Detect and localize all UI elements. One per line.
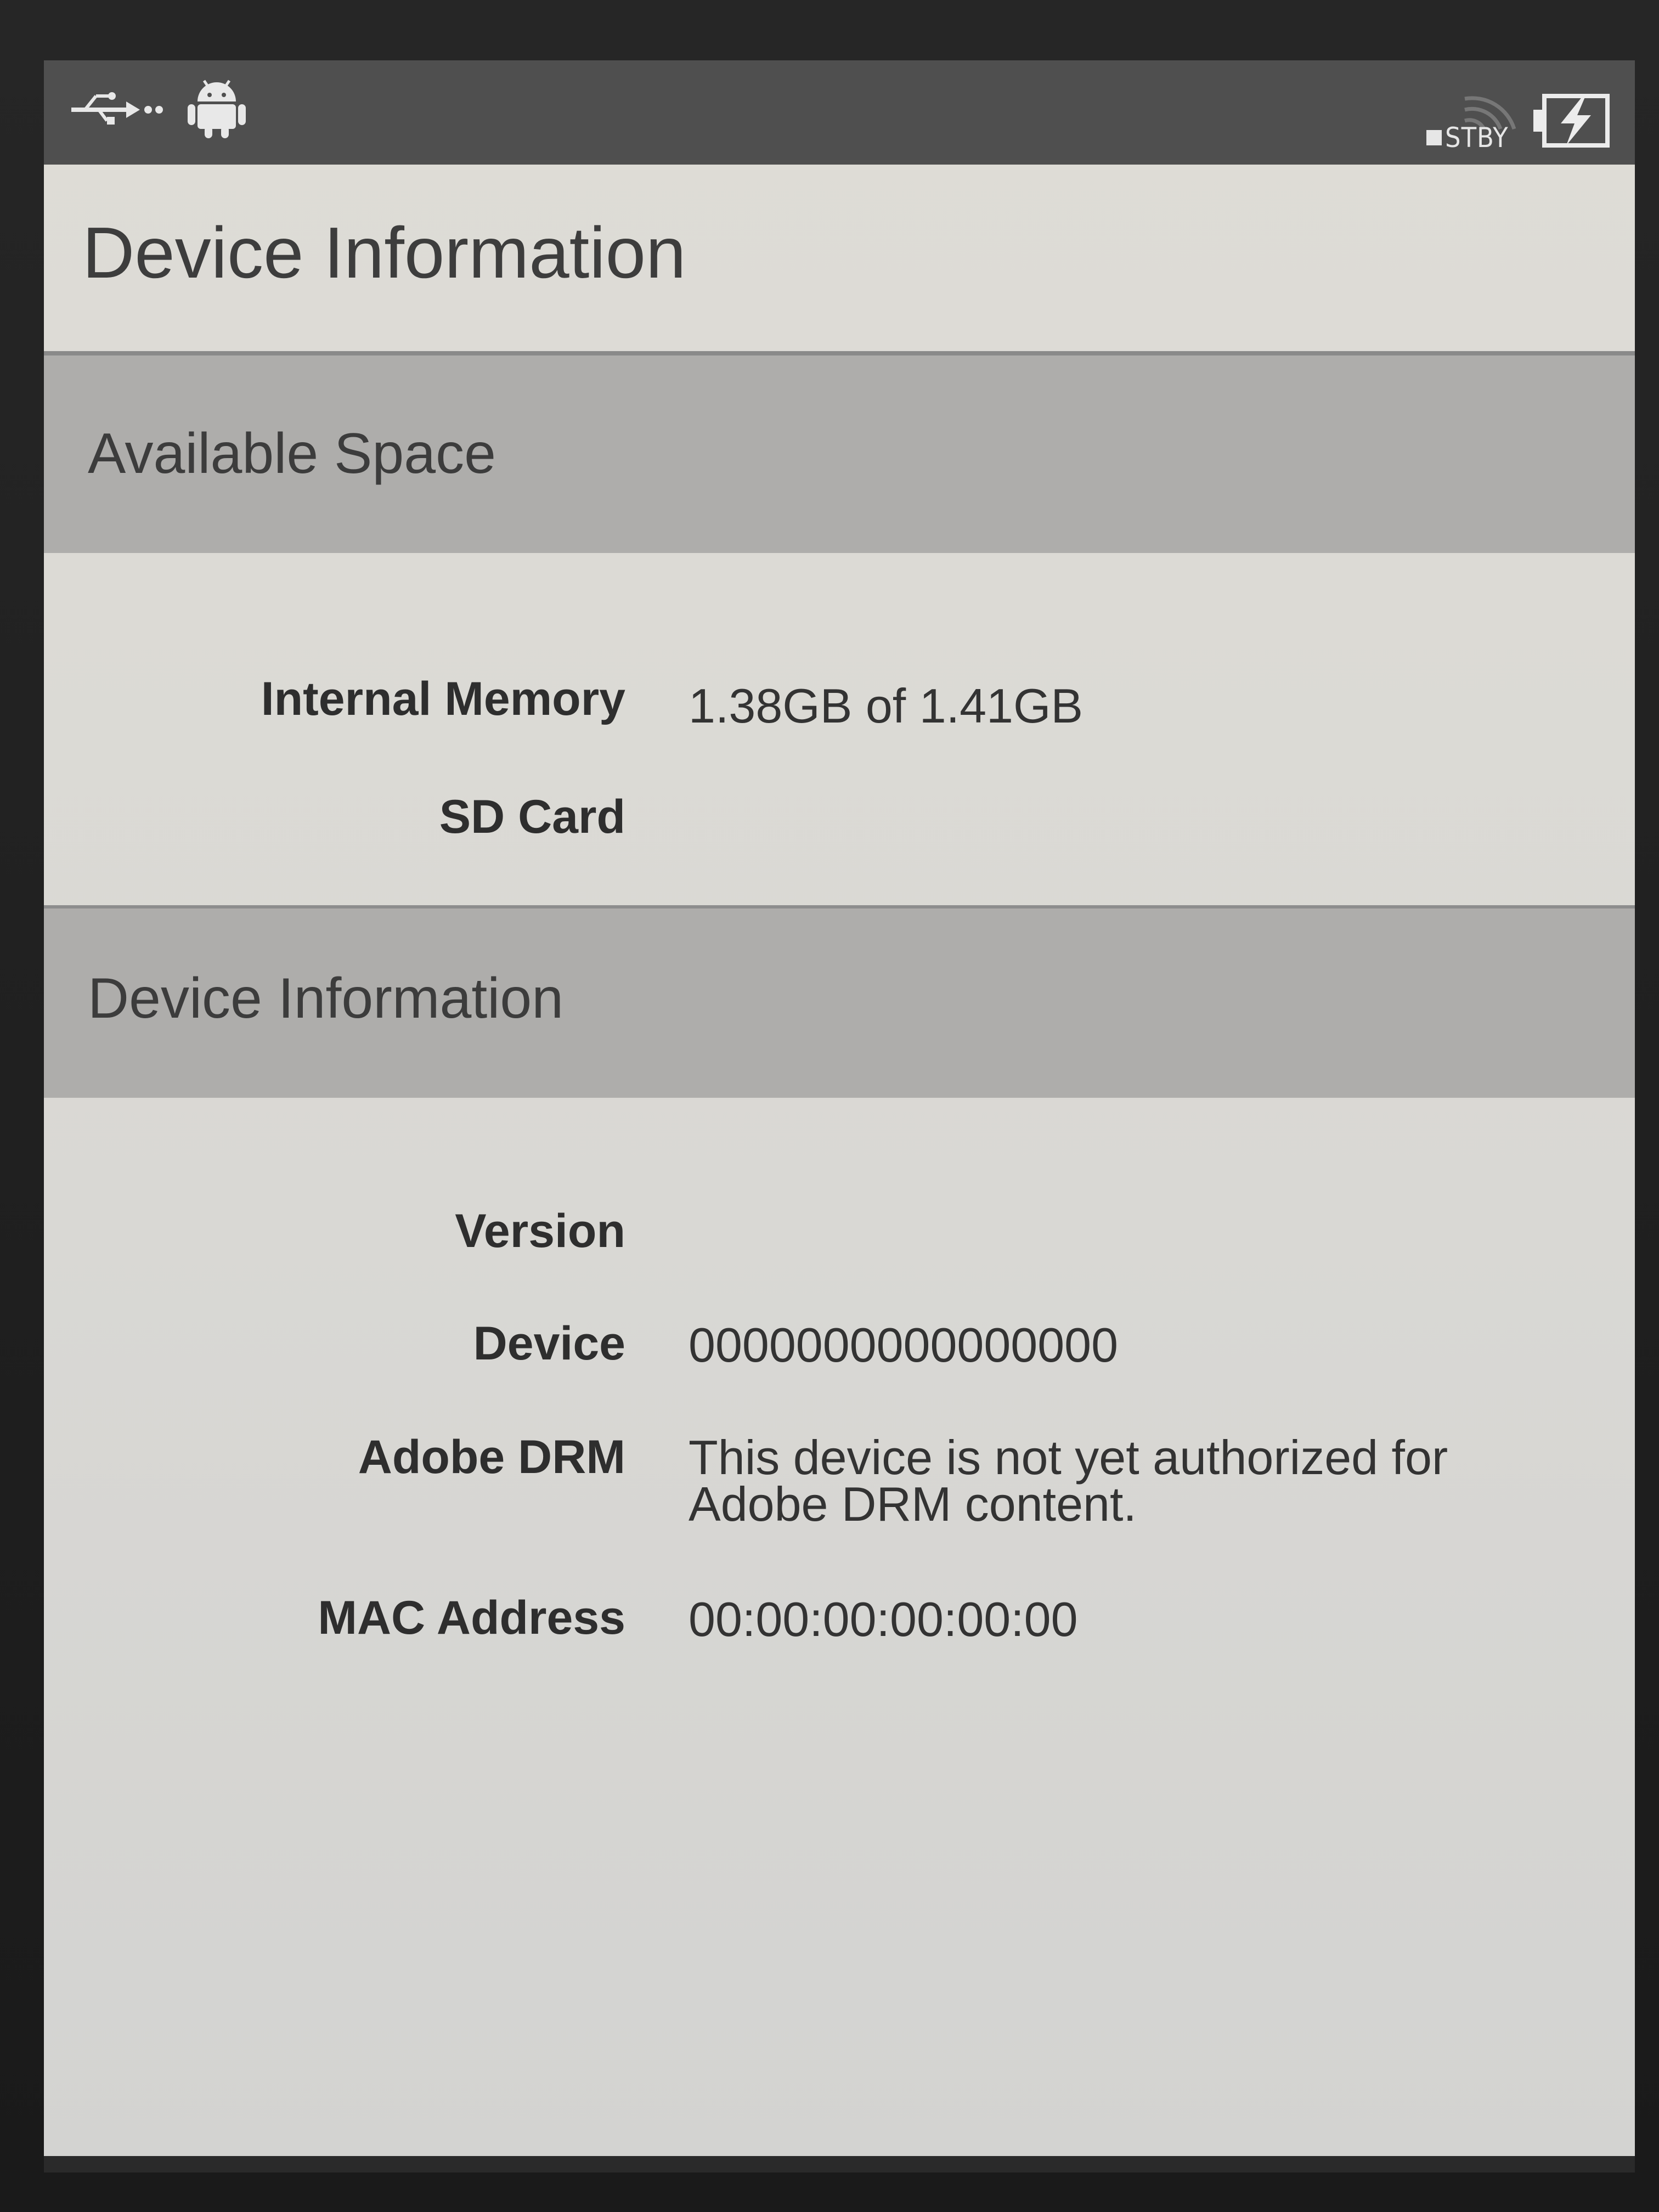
battery-charging-icon xyxy=(1531,88,1613,154)
device-label: Device xyxy=(473,1317,625,1370)
section-header-available-space: Available Space xyxy=(44,356,1635,553)
status-right: STBY xyxy=(1426,82,1613,154)
android-icon xyxy=(181,71,252,143)
wifi-status: STBY xyxy=(1426,82,1520,154)
section-title: Available Space xyxy=(88,422,496,486)
section-header-device-information: Device Information xyxy=(44,905,1635,1098)
section-title: Device Information xyxy=(88,967,564,1030)
screen-bottom-edge xyxy=(44,2156,1635,2172)
sd-card-label: SD Card xyxy=(439,791,625,843)
version-label: Version xyxy=(455,1205,625,1257)
adobe-drm-label: Adobe DRM xyxy=(358,1431,625,1483)
status-bar: STBY xyxy=(44,60,1635,165)
wifi-state-label: STBY xyxy=(1426,122,1509,154)
mac-address-value: 00:00:00:00:00:00 xyxy=(689,1592,1078,1646)
mac-address-label: MAC Address xyxy=(318,1592,625,1644)
screen: STBY Device Information Available Space … xyxy=(44,60,1635,2172)
page-title: Device Information xyxy=(82,212,686,293)
internal-memory-label: Internal Memory xyxy=(261,673,625,725)
title-divider xyxy=(44,351,1635,356)
internal-memory-value: 1.38GB of 1.41GB xyxy=(689,679,1084,733)
status-left xyxy=(66,71,252,143)
adobe-drm-value-line2: Adobe DRM content. xyxy=(689,1477,1137,1531)
device-id-value: 0000000000000000 xyxy=(689,1318,1119,1372)
usb-icon xyxy=(66,85,165,129)
adobe-drm-value-line1: This device is not yet authorized for xyxy=(689,1430,1448,1485)
device-bezel: STBY Device Information Available Space … xyxy=(0,0,1659,2212)
